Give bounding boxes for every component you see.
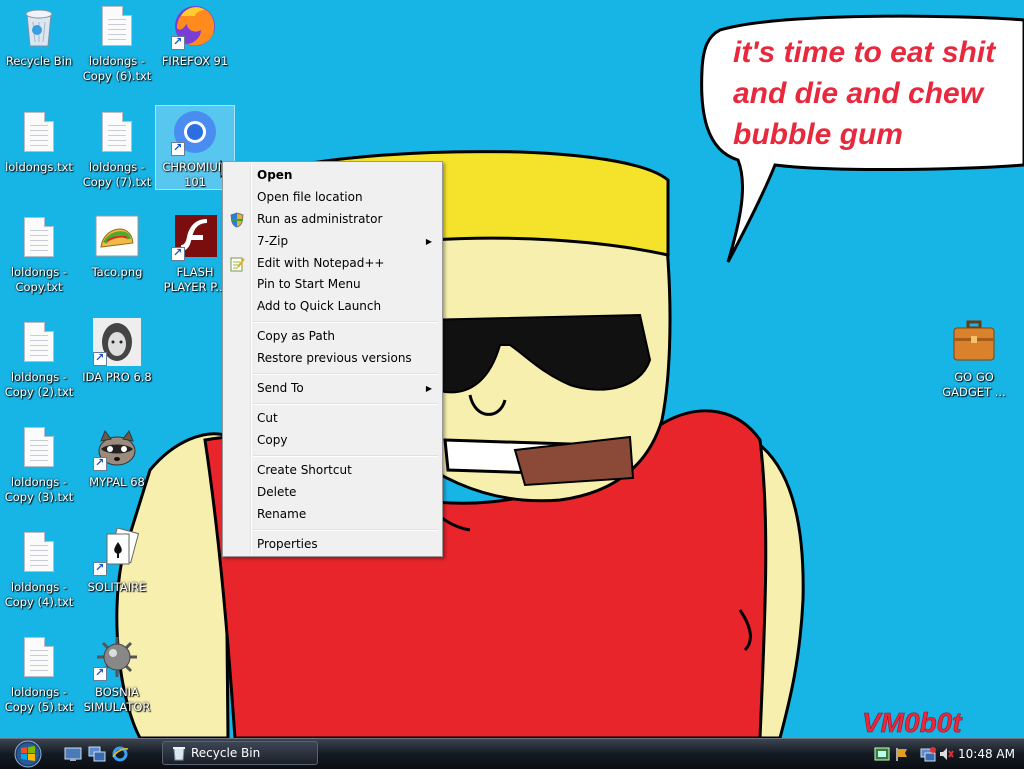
ida-pro-icon	[93, 318, 141, 366]
internet-explorer-icon[interactable]	[111, 746, 129, 762]
menu-item-pin-to-start-menu[interactable]: Pin to Start Menu	[225, 274, 440, 295]
icon-label: MYPAL 68	[89, 475, 145, 489]
menu-item-create-shortcut[interactable]: Create Shortcut	[225, 460, 440, 481]
menu-item-edit-with-notepad[interactable]: Edit with Notepad++	[225, 253, 440, 274]
clock[interactable]: 10:48 AM	[958, 747, 1015, 761]
volume-muted-icon[interactable]	[938, 746, 954, 762]
menu-item-open[interactable]: Open	[225, 165, 440, 186]
switch-windows-icon[interactable]	[88, 746, 106, 762]
context-menu: Open Open file location Run as administr…	[222, 161, 443, 557]
desktop-icon-loldongs-copy-6[interactable]: loldongs - Copy (6).txt	[78, 2, 156, 84]
shortcut-arrow-icon	[93, 350, 107, 366]
menu-item-copy-as-path[interactable]: Copy as Path	[225, 326, 440, 347]
submenu-arrow-icon: ▶	[425, 237, 432, 246]
firefox-icon	[171, 2, 219, 50]
icon-label: loldongs - Copy (6).txt	[82, 54, 152, 83]
shield-icon	[230, 212, 244, 228]
bubble-line-2: and die and chew	[733, 77, 985, 110]
submenu-arrow-icon: ▶	[425, 384, 432, 393]
shortcut-arrow-icon	[171, 245, 185, 261]
show-desktop-icon[interactable]	[64, 746, 82, 762]
mine-icon	[93, 633, 141, 681]
playing-cards-icon	[93, 527, 141, 576]
icon-label: loldongs - Copy (7).txt	[82, 160, 152, 189]
desktop-icon-ida-pro[interactable]: IDA PRO 6.8	[78, 318, 156, 385]
desktop-icon-solitaire[interactable]: SOLITAIRE	[78, 527, 156, 595]
menu-item-7-zip[interactable]: 7-Zip ▶	[225, 231, 440, 252]
briefcase-icon	[950, 318, 998, 366]
text-file-icon	[15, 213, 63, 261]
start-button[interactable]	[6, 740, 50, 768]
icon-label: GO GO GADGET ...	[942, 370, 1006, 399]
shortcut-arrow-icon	[93, 455, 107, 471]
icon-label: loldongs - Copy.txt	[10, 265, 68, 294]
icon-label: IDA PRO 6.8	[82, 370, 152, 384]
desktop-icon-recycle-bin[interactable]: Recycle Bin	[0, 2, 78, 69]
desktop-icon-mypal[interactable]: MYPAL 68	[78, 423, 156, 490]
icon-label: loldongs.txt	[5, 160, 73, 174]
text-file-icon	[93, 2, 141, 50]
desktop-icon-firefox[interactable]: FIREFOX 91	[156, 2, 234, 69]
icon-label: FIREFOX 91	[161, 54, 229, 68]
shortcut-arrow-icon	[171, 140, 185, 156]
desktop-icon-go-go-gadget[interactable]: GO GO GADGET ...	[935, 318, 1013, 400]
desktop-icon-loldongs-copy-5[interactable]: loldongs - Copy (5).txt	[0, 633, 78, 715]
icon-label: FLASH PLAYER P...	[163, 265, 227, 294]
menu-item-rename[interactable]: Rename	[225, 504, 440, 525]
chromium-icon	[171, 108, 219, 156]
icon-label: BOSNIA SIMULATOR	[83, 685, 151, 714]
text-file-icon	[15, 318, 63, 366]
shortcut-arrow-icon	[93, 560, 107, 576]
menu-item-copy[interactable]: Copy	[225, 430, 440, 451]
text-file-icon	[15, 108, 63, 156]
signature: VM0b0t	[862, 707, 963, 738]
icon-label: loldongs - Copy (4).txt	[4, 580, 74, 609]
menu-item-add-to-quick-launch[interactable]: Add to Quick Launch	[225, 296, 440, 317]
menu-item-delete[interactable]: Delete	[225, 482, 440, 503]
icon-label: loldongs - Copy (5).txt	[4, 685, 74, 714]
bubble-line-3: bubble gum	[733, 118, 903, 151]
taskbar-button-label: Recycle Bin	[191, 746, 261, 760]
desktop-icon-taco[interactable]: Taco.png	[78, 213, 156, 280]
raccoon-icon	[93, 423, 141, 471]
taskbar-button-recycle-bin[interactable]: Recycle Bin	[162, 741, 318, 765]
menu-item-restore-previous-versions[interactable]: Restore previous versions	[225, 348, 440, 369]
menu-item-run-as-administrator[interactable]: Run as administrator	[225, 209, 440, 230]
desktop-icon-loldongs-copy-4[interactable]: loldongs - Copy (4).txt	[0, 528, 78, 610]
shortcut-arrow-icon	[93, 665, 107, 681]
icon-label: SOLITAIRE	[87, 580, 147, 594]
action-center-flag-icon[interactable]	[894, 746, 910, 762]
flash-player-icon	[171, 213, 219, 261]
network-icon[interactable]	[920, 746, 936, 762]
taco-image-icon	[93, 213, 141, 261]
desktop-icon-bosnia-simulator[interactable]: BOSNIA SIMULATOR	[78, 633, 156, 715]
text-file-icon	[15, 633, 63, 681]
icon-label: Taco.png	[91, 265, 143, 279]
icon-label: Recycle Bin	[5, 54, 73, 68]
recycle-bin-icon	[173, 747, 185, 761]
desktop-icon-loldongs-copy[interactable]: loldongs - Copy.txt	[0, 213, 78, 295]
menu-item-properties[interactable]: Properties	[225, 534, 440, 555]
notepadpp-icon	[230, 257, 245, 272]
taskbar: Recycle Bin 10:48 AM	[0, 738, 1024, 769]
bubble-line-1: it's time to eat shit	[733, 36, 997, 69]
text-file-icon	[93, 108, 141, 156]
recycle-bin-icon	[15, 2, 63, 50]
text-file-icon	[15, 528, 63, 576]
desktop-icon-loldongs[interactable]: loldongs.txt	[0, 108, 78, 175]
desktop-icon-loldongs-copy-2[interactable]: loldongs - Copy (2).txt	[0, 318, 78, 400]
menu-item-send-to[interactable]: Send To ▶	[225, 378, 440, 399]
icon-label: loldongs - Copy (3).txt	[4, 475, 74, 504]
tray-app-icon[interactable]	[874, 746, 890, 762]
desktop[interactable]: it's time to eat shit and die and chew b…	[0, 0, 1024, 738]
icon-label: CHROMIUM 101	[162, 160, 228, 189]
shortcut-arrow-icon	[171, 34, 185, 50]
icon-label: loldongs - Copy (2).txt	[4, 370, 74, 399]
menu-item-open-file-location[interactable]: Open file location	[225, 187, 440, 208]
system-tray: 10:48 AM	[866, 741, 1024, 767]
text-file-icon	[15, 423, 63, 471]
menu-item-cut[interactable]: Cut	[225, 408, 440, 429]
desktop-icon-loldongs-copy-7[interactable]: loldongs - Copy (7).txt	[78, 108, 156, 190]
desktop-icon-loldongs-copy-3[interactable]: loldongs - Copy (3).txt	[0, 423, 78, 505]
